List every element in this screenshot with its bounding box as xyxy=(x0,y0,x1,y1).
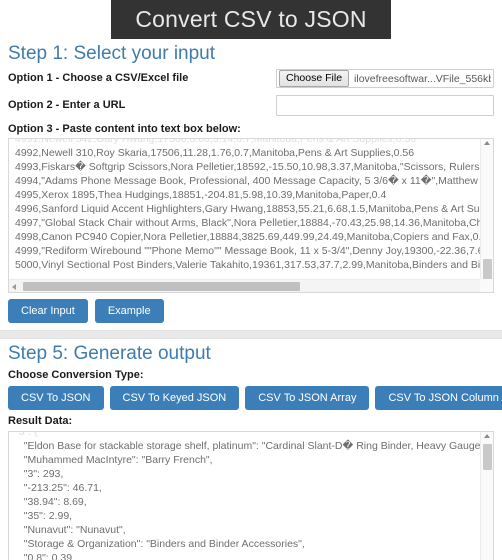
input-buttons-row: Clear Input Example xyxy=(8,299,494,323)
input-hscroll-thumb[interactable] xyxy=(23,282,300,291)
scroll-left-arrow-icon[interactable] xyxy=(12,283,16,290)
result-text-line: "Storage & Organization": "Binders and B… xyxy=(15,538,305,550)
step5-heading: Step 5: Generate output xyxy=(8,343,211,364)
option2-row: Option 2 - Enter a URL xyxy=(8,95,494,116)
page-root: Convert CSV to JSON Step 1: Select your … xyxy=(0,0,502,560)
scroll-corner xyxy=(480,279,493,292)
conversion-type-label: Choose Conversion Type: xyxy=(8,369,144,381)
result-text-line: "Nunavut": "Nunavut", xyxy=(15,524,126,536)
result-data-label: Result Data: xyxy=(8,415,73,427)
result-textarea[interactable]: "3": { "Eldon Base for stackable storage… xyxy=(8,431,494,560)
scroll-up-arrow-icon[interactable] xyxy=(484,141,490,145)
result-text-line: "38.94": 8.69, xyxy=(15,496,87,508)
csv-to-json-column-array-button[interactable]: CSV To JSON Column Array xyxy=(375,386,502,410)
input-textarea[interactable]: 4991,Newell 342,Gary Hwang,17500,8.60,3.… xyxy=(8,138,494,293)
step5-section: Step 5: Generate output Choose Conversio… xyxy=(0,343,502,560)
result-text-line: "35": 2.99, xyxy=(15,510,73,522)
example-button[interactable]: Example xyxy=(94,299,164,323)
result-vscroll-thumb[interactable] xyxy=(483,444,492,470)
result-scroll-up-arrow-icon[interactable] xyxy=(484,434,490,438)
input-vscroll-thumb[interactable] xyxy=(483,259,492,281)
section-divider xyxy=(0,330,502,339)
input-textarea-section: 4991,Newell 342,Gary Hwang,17500,8.60,3.… xyxy=(0,138,502,323)
option3-label: Option 3 - Paste content into text box b… xyxy=(8,123,241,135)
input-text-line: 4996,Sanford Liquid Accent Highlighters,… xyxy=(15,203,480,215)
option2-label: Option 2 - Enter a URL xyxy=(8,99,126,111)
input-horizontal-scrollbar[interactable] xyxy=(9,279,480,292)
input-text-line: 4993,Fiskars� Softgrip Scissors,Nora Pel… xyxy=(15,161,480,173)
step1-section: Step 1: Select your input Option 1 - Cho… xyxy=(0,43,502,136)
input-textarea-content: 4991,Newell 342,Gary Hwang,17500,8.60,3.… xyxy=(9,139,480,279)
result-text-line: "Eldon Base for stackable storage shelf,… xyxy=(15,440,480,452)
input-vertical-scrollbar[interactable] xyxy=(480,139,493,281)
result-line-clipped: "3": { xyxy=(15,432,38,438)
result-text-line: "0.8": 0.39 xyxy=(15,552,73,560)
input-text-line: 4997,"Global Stack Chair without Arms, B… xyxy=(15,217,480,229)
input-text-line: 4992,Newell 310,Roy Skaria,17506,11.28,1… xyxy=(15,147,415,159)
input-text-line: 4999,"Rediform Wirebound ""Phone Memo"" … xyxy=(15,245,480,257)
input-text-line: 5000,Vinyl Sectional Post Binders,Valeri… xyxy=(15,259,480,271)
option1-label: Option 1 - Choose a CSV/Excel file xyxy=(8,72,189,84)
chosen-file-name: ilovefreesoftwar...VFile_556kb.csv xyxy=(354,72,491,85)
input-text-line: 4998,Canon PC940 Copier,Nora Pelletier,1… xyxy=(15,231,480,243)
result-vertical-scrollbar[interactable] xyxy=(480,432,493,560)
input-text-line: 4994,"Adams Phone Message Book, Professi… xyxy=(15,175,478,187)
option1-row: Option 1 - Choose a CSV/Excel file Choos… xyxy=(8,69,494,88)
csv-to-json-button[interactable]: CSV To JSON xyxy=(8,386,104,410)
conversion-buttons-row: CSV To JSON CSV To Keyed JSON CSV To JSON … xyxy=(8,386,502,410)
result-text-line: "-213.25": 46.71, xyxy=(15,482,102,494)
input-text-line: 4995,Xerox 1895,Thea Hudgings,18851,-204… xyxy=(15,189,387,201)
clear-input-button[interactable]: Clear Input xyxy=(8,299,88,323)
step1-heading: Step 1: Select your input xyxy=(8,43,216,64)
result-text-line: "3": 293, xyxy=(15,468,64,480)
banner-row: Convert CSV to JSON xyxy=(0,0,502,39)
page-title: Convert CSV to JSON xyxy=(111,0,391,39)
csv-to-keyed-json-button[interactable]: CSV To Keyed JSON xyxy=(109,386,240,410)
input-line-clipped: 4991,Newell 342,Gary Hwang,17500,8.60,3.… xyxy=(15,139,417,145)
result-textarea-content: "3": { "Eldon Base for stackable storage… xyxy=(9,432,480,560)
csv-to-json-array-button[interactable]: CSV To JSON Array xyxy=(245,386,370,410)
result-text-line: "Muhammed MacIntyre": "Barry French", xyxy=(15,454,213,466)
choose-file-button[interactable]: Choose File xyxy=(279,70,350,87)
file-input[interactable]: Choose File ilovefreesoftwar...VFile_556… xyxy=(276,69,494,88)
url-input[interactable] xyxy=(276,95,494,116)
